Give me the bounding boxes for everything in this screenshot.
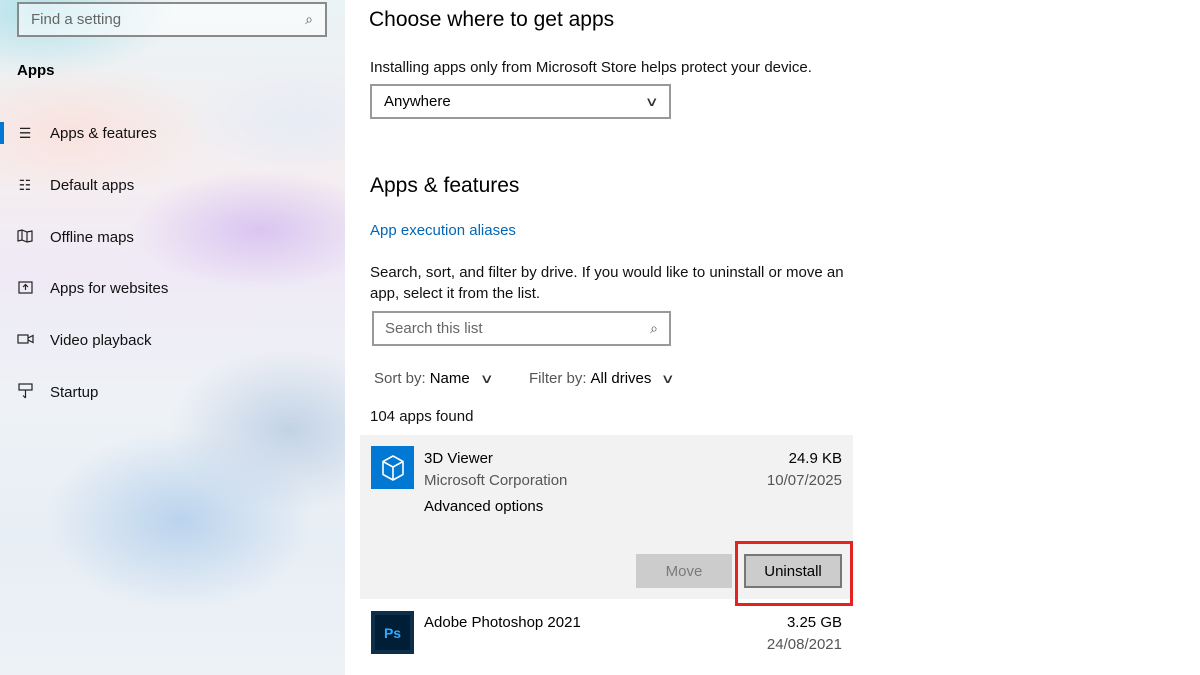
chevron-down-icon: ∨: [660, 370, 676, 386]
sidebar-item-startup[interactable]: Startup: [0, 372, 345, 412]
sidebar-item-label: Video playback: [50, 331, 152, 349]
sidebar-item-video-playback[interactable]: Video playback: [0, 320, 345, 360]
sidebar-item-label: Apps & features: [50, 124, 157, 142]
sort-by-value: Name: [429, 370, 470, 387]
apps-description-line2: app, select it from the list.: [370, 285, 541, 302]
app-date: 10/07/2025: [766, 472, 842, 489]
app-publisher: Microsoft Corporation: [424, 472, 568, 489]
search-list-placeholder: Search this list: [385, 320, 483, 337]
advanced-options-link[interactable]: Advanced options: [424, 498, 543, 515]
sidebar-heading: Apps: [17, 62, 55, 79]
app-size: 3.25 GB: [786, 614, 842, 631]
apps-description-line1: Search, sort, and filter by drive. If yo…: [370, 264, 844, 281]
sidebar: Find a setting ⌕ Apps ☰ Apps & features …: [0, 0, 345, 675]
search-icon[interactable]: ⌕: [305, 11, 313, 28]
main-content: Choose where to get apps Installing apps…: [345, 0, 1200, 675]
photoshop-icon-label: Ps: [375, 615, 410, 650]
sidebar-item-default-apps[interactable]: ☷ Default apps: [0, 165, 345, 205]
sidebar-item-label: Default apps: [50, 176, 135, 194]
sidebar-item-label: Startup: [50, 383, 99, 401]
app-source-dropdown[interactable]: Anywhere ∨: [370, 84, 671, 119]
app-name: 3D Viewer: [424, 450, 493, 467]
app-list-item-photoshop[interactable]: Ps Adobe Photoshop 2021 3.25 GB 24/08/20…: [360, 600, 853, 675]
search-list-input[interactable]: Search this list ⌕: [372, 311, 671, 346]
app-name: Adobe Photoshop 2021: [424, 614, 581, 631]
search-icon[interactable]: ⌕: [650, 320, 658, 337]
apps-count: 104 apps found: [370, 408, 474, 425]
sidebar-item-label: Apps for websites: [50, 279, 169, 297]
find-setting-search[interactable]: Find a setting ⌕: [17, 2, 327, 37]
app-size: 24.9 KB: [788, 450, 842, 467]
sidebar-item-offline-maps[interactable]: Offline maps: [0, 217, 345, 257]
map-icon: [17, 228, 33, 246]
photoshop-icon: Ps: [371, 611, 414, 654]
choose-apps-description: Installing apps only from Microsoft Stor…: [370, 59, 812, 76]
apps-features-title: Apps & features: [370, 174, 520, 197]
open-website-icon: [17, 280, 33, 297]
move-button[interactable]: Move: [636, 554, 732, 588]
sidebar-item-apps-features[interactable]: ☰ Apps & features: [0, 113, 345, 153]
sidebar-item-label: Offline maps: [50, 228, 134, 246]
app-source-value: Anywhere: [384, 93, 451, 110]
choose-apps-title: Choose where to get apps: [369, 8, 615, 31]
sort-by-dropdown[interactable]: Sort by: Name ∨: [374, 370, 494, 387]
list-icon: ☰: [18, 124, 32, 141]
chevron-down-icon: ∨: [479, 370, 494, 386]
3d-cube-icon: [371, 446, 414, 489]
sort-by-label: Sort by:: [374, 370, 426, 387]
video-icon: [17, 332, 34, 348]
uninstall-highlight-box: [735, 541, 853, 606]
app-execution-aliases-link[interactable]: App execution aliases: [370, 222, 516, 239]
sidebar-item-apps-for-websites[interactable]: Apps for websites: [0, 268, 345, 308]
find-setting-placeholder: Find a setting: [31, 11, 122, 28]
startup-icon: [17, 382, 33, 402]
chevron-down-icon: ∨: [645, 93, 660, 109]
default-apps-icon: ☷: [18, 176, 32, 193]
filter-by-label: Filter by:: [529, 370, 587, 387]
app-date: 24/08/2021: [766, 636, 842, 653]
filter-by-dropdown[interactable]: Filter by: All drives ∨: [529, 370, 676, 387]
filter-by-value: All drives: [590, 370, 652, 387]
